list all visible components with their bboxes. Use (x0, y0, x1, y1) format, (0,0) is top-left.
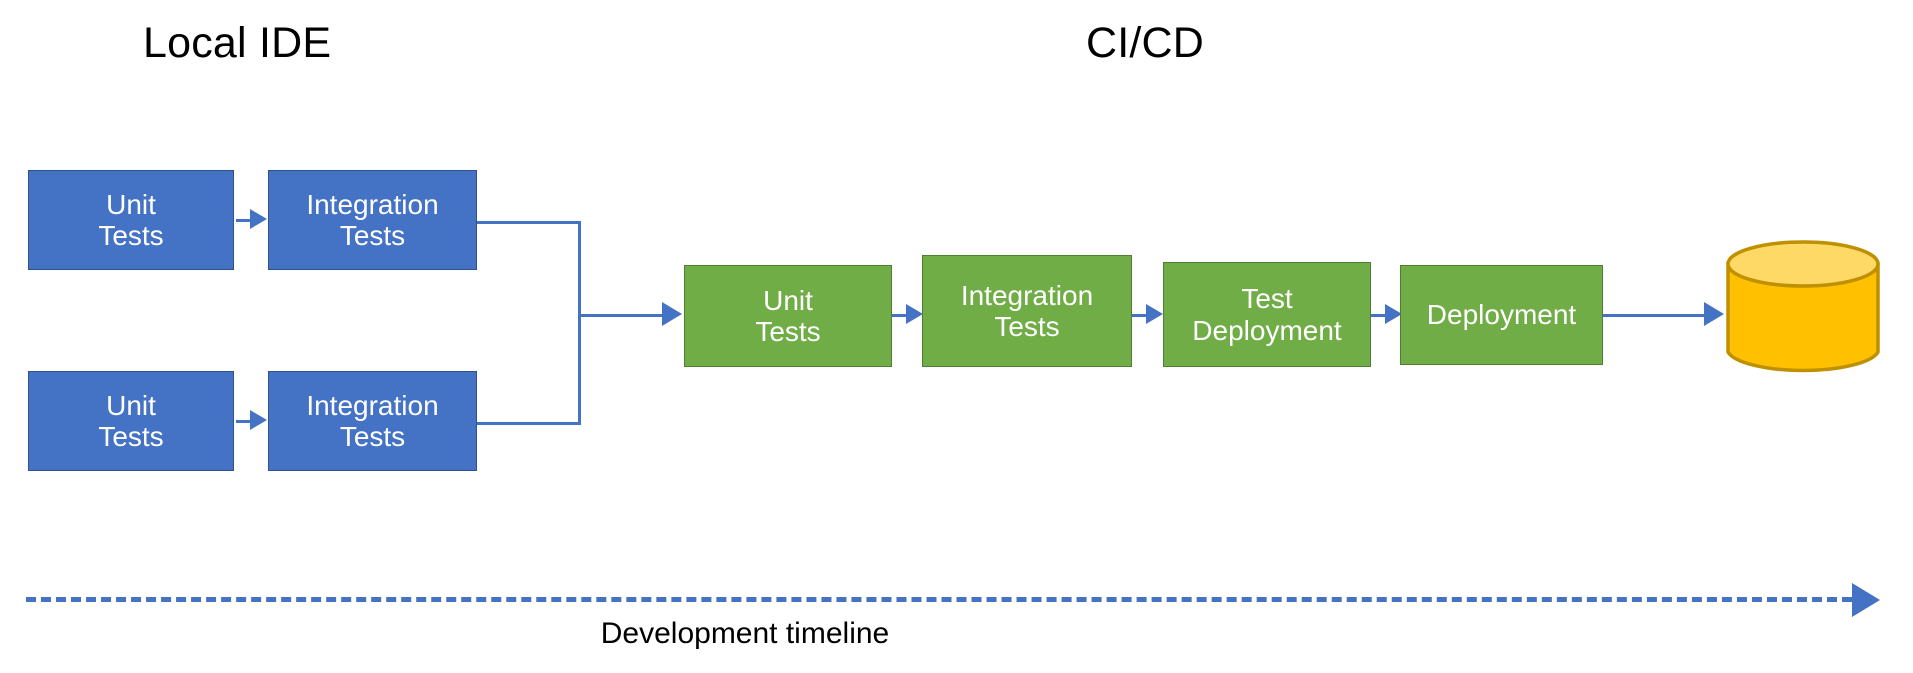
connector-merge-top-horizontal (477, 221, 581, 224)
section-title-local-ide: Local IDE (143, 19, 332, 67)
arrow-right-icon-unit-to-integration-1 (250, 209, 267, 229)
node-unit-tests-ci[interactable]: Unit Tests (684, 265, 892, 367)
node-integration-tests-ci[interactable]: Integration Tests (922, 255, 1132, 367)
node-unit-tests-local-1[interactable]: Unit Tests (28, 170, 234, 270)
arrow-right-icon-ci-stage-2-to-3 (1146, 304, 1163, 324)
database-icon[interactable] (1726, 240, 1880, 376)
section-title-cicd: CI/CD (1086, 19, 1205, 67)
timeline-dashed-line (26, 597, 1852, 602)
node-unit-tests-local-2[interactable]: Unit Tests (28, 371, 234, 471)
timeline-arrow-icon (1852, 583, 1880, 617)
arrow-right-icon-unit-to-integration-2 (250, 410, 267, 430)
database-top-ellipse (1726, 240, 1880, 288)
connector-merge-vertical (578, 221, 581, 425)
node-integration-tests-local-1[interactable]: Integration Tests (268, 170, 477, 270)
connector-line-deployment-to-database (1603, 314, 1706, 317)
arrow-right-icon-ci-stage-1-to-2 (906, 304, 923, 324)
connector-merge-output-horizontal (578, 314, 666, 317)
node-test-deployment[interactable]: Test Deployment (1163, 262, 1371, 367)
diagram-canvas: Local IDE CI/CD Unit Tests Integration T… (0, 0, 1913, 673)
timeline-label: Development timeline (600, 617, 890, 650)
node-integration-tests-local-2[interactable]: Integration Tests (268, 371, 477, 471)
connector-merge-bottom-horizontal (477, 422, 581, 425)
arrow-right-icon-merge-to-cicd (662, 302, 682, 326)
arrow-right-icon-deployment-to-database (1704, 302, 1724, 326)
node-deployment[interactable]: Deployment (1400, 265, 1603, 365)
